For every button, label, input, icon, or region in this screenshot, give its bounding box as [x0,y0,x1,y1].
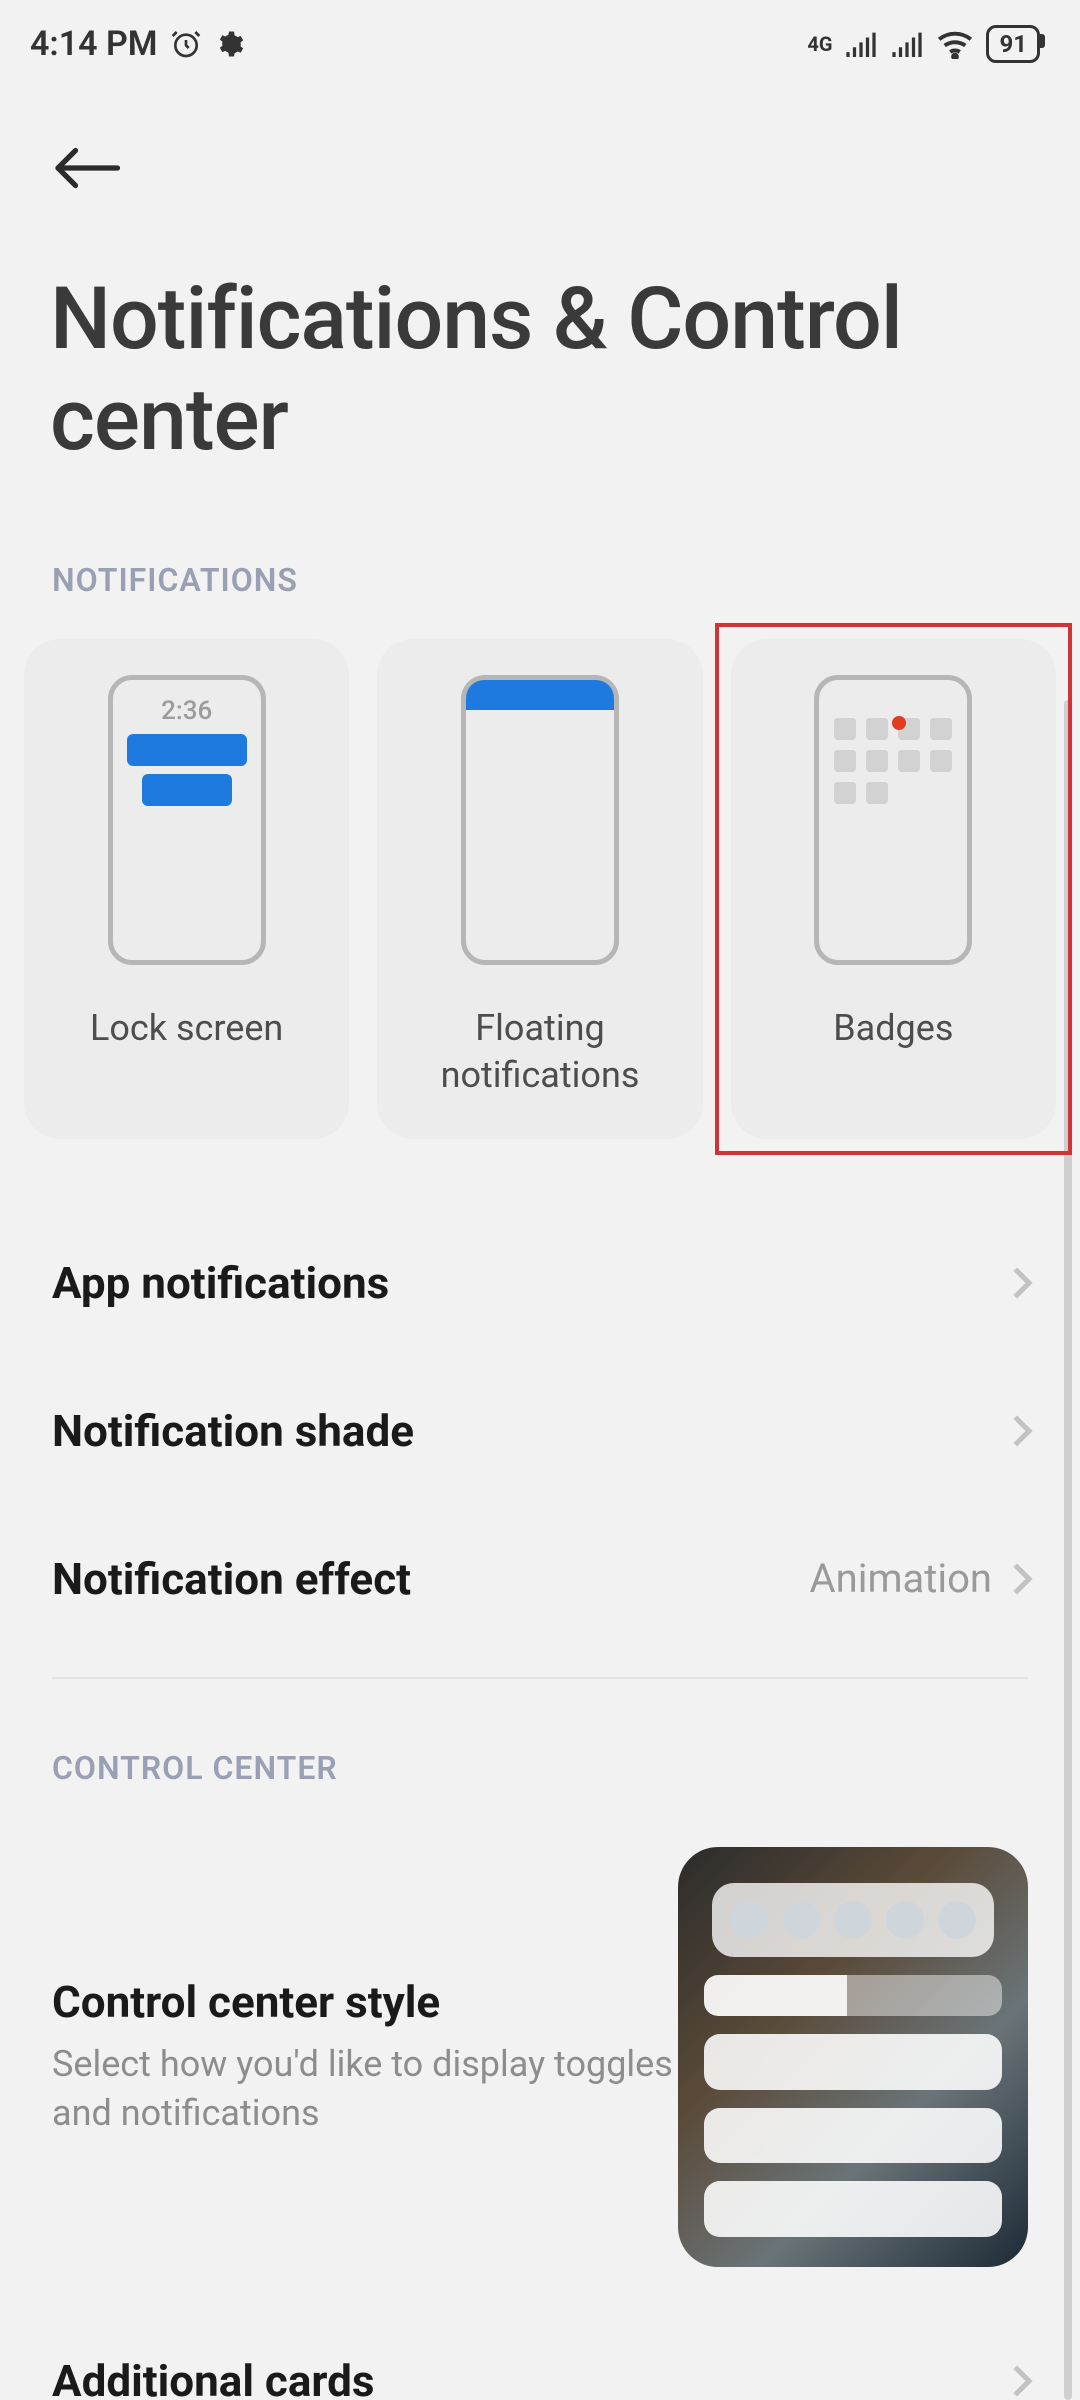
item-app-notifications[interactable]: App notifications [52,1209,1028,1357]
item-title: Notification effect [52,1553,411,1605]
back-button[interactable] [50,128,130,208]
tile-label: Badges [819,1005,967,1052]
battery-icon: 91 [986,25,1040,63]
badges-preview-icon [814,675,972,965]
item-title: Control center style [52,1976,678,2028]
network-label: 4G [807,34,832,54]
status-right: 4G 91 [807,25,1040,63]
mini-time: 2:36 [161,696,212,726]
chevron-right-icon [1001,2365,1032,2396]
status-left: 4:14 PM [30,24,244,64]
tile-label: Floating notifications [377,1005,702,1099]
network-4g-icon: 4G [807,34,832,54]
section-label-control-center: CONTROL CENTER [0,1679,1080,1787]
item-title: App notifications [52,1257,389,1309]
wifi-icon [936,29,974,59]
chevron-right-icon [1001,1563,1032,1594]
item-additional-cards[interactable]: Additional cards [52,2307,1028,2400]
item-title: Additional cards [52,2355,374,2400]
floating-preview-icon [461,675,619,965]
item-notification-shade[interactable]: Notification shade [52,1357,1028,1505]
alarm-icon [170,28,202,60]
tile-lock-screen[interactable]: 2:36 Lock screen [24,639,349,1139]
mini-top-bar [466,680,614,710]
mini-notification-bar [142,774,232,806]
tile-floating-notifications[interactable]: Floating notifications [377,639,702,1139]
settings-screen: 4:14 PM 4G 91 [0,0,1080,2400]
chevron-right-icon [1001,1415,1032,1446]
mini-notification-bar [127,734,247,766]
tile-label: Lock screen [76,1005,297,1052]
header: Notifications & Control center [0,88,1080,471]
item-subtitle: Select how you'd like to display toggles… [52,2040,678,2137]
item-notification-effect[interactable]: Notification effect Animation [52,1505,1028,1653]
tile-badges[interactable]: Badges [731,639,1056,1139]
mini-app-grid [834,718,952,804]
battery-level: 91 [999,30,1027,58]
page-title: Notifications & Control center [50,268,1030,471]
scrollbar[interactable] [1064,700,1072,2400]
settings-list-2: Additional cards [0,2267,1080,2400]
section-label-notifications: NOTIFICATIONS [0,471,1080,599]
cc-text: Control center style Select how you'd li… [52,1976,678,2137]
control-center-preview-icon [678,1847,1028,2267]
item-value: Animation [810,1555,992,1602]
gear-icon [214,29,244,59]
lock-screen-preview-icon: 2:36 [108,675,266,965]
status-time: 4:14 PM [30,24,158,64]
signal-1-icon [844,31,878,57]
item-control-center-style[interactable]: Control center style Select how you'd li… [0,1787,1080,2267]
chevron-right-icon [1001,1267,1032,1298]
signal-2-icon [890,31,924,57]
settings-list: App notifications Notification shade Not… [0,1139,1080,1653]
status-bar: 4:14 PM 4G 91 [0,0,1080,88]
tiles-row: 2:36 Lock screen Floating notifications [0,599,1080,1139]
item-title: Notification shade [52,1405,414,1457]
